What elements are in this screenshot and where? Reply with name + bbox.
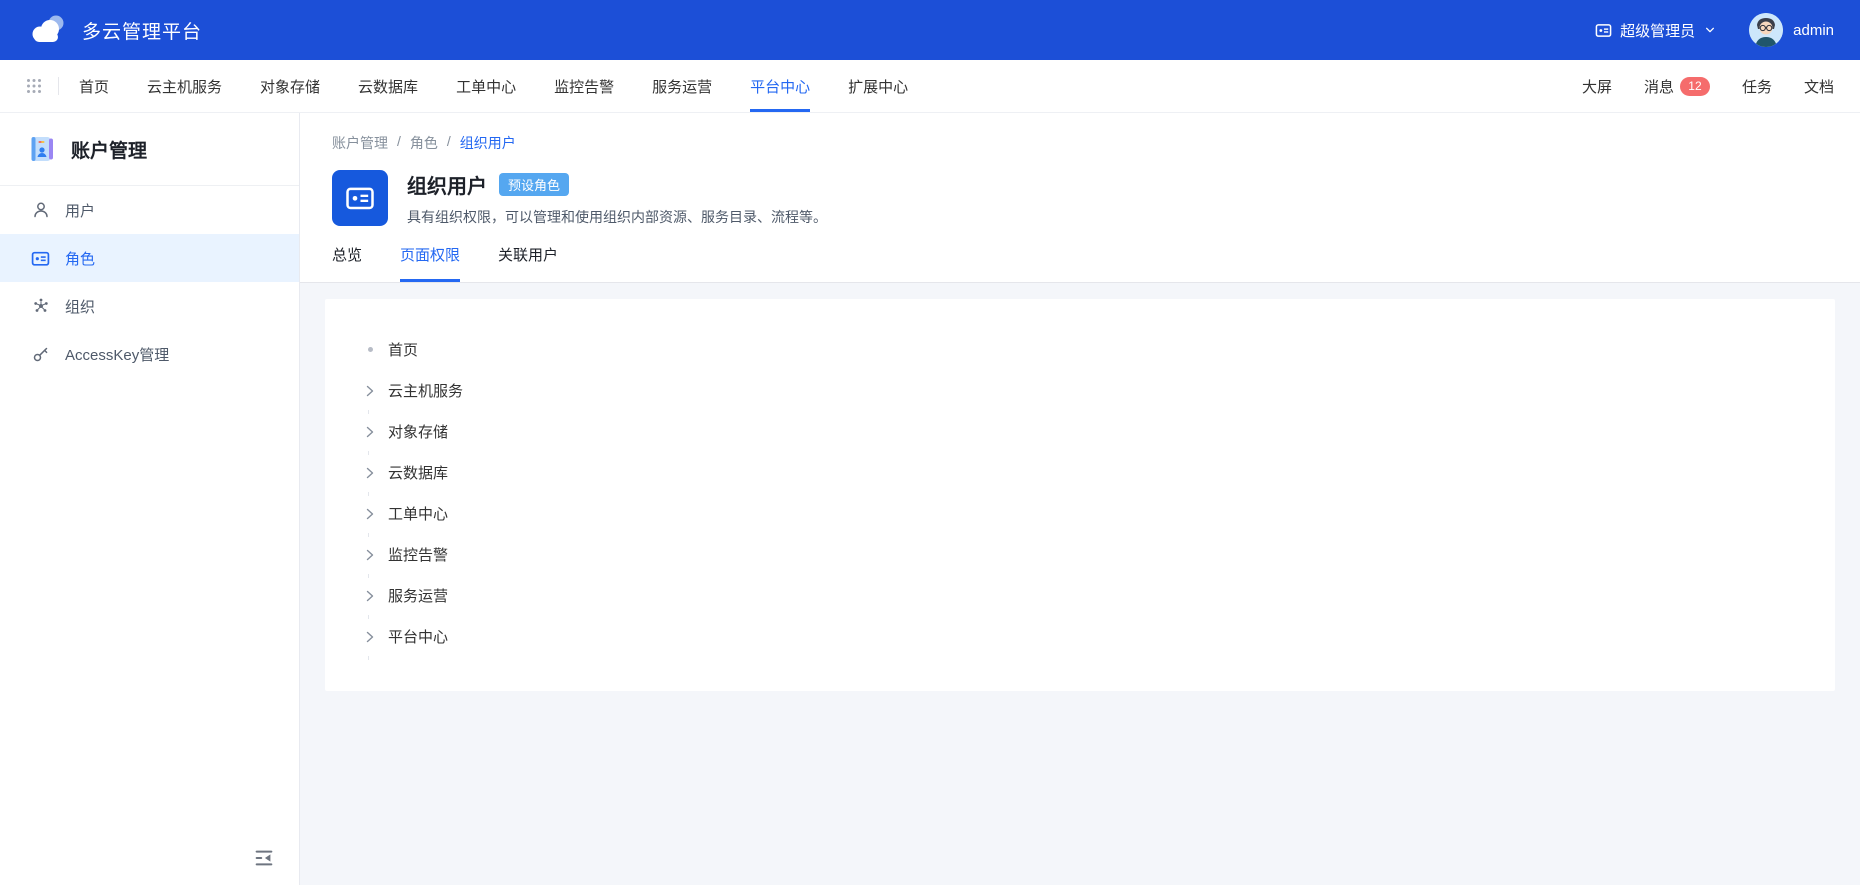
tree-node-cloud-database[interactable]: 云数据库 [363, 452, 1805, 493]
nav-item-cloud-host[interactable]: 云主机服务 [147, 60, 222, 112]
preset-role-badge: 预设角色 [499, 173, 569, 196]
role-description: 具有组织权限，可以管理和使用组织内部资源、服务目录、流程等。 [407, 207, 827, 227]
chevron-right-icon[interactable] [363, 630, 377, 644]
nav-item-extension-center[interactable]: 扩展中心 [848, 60, 908, 112]
id-badge-icon [1595, 22, 1612, 39]
role-switch-dropdown[interactable]: 超级管理员 [1595, 20, 1715, 41]
sidebar-item-users[interactable]: 用户 [0, 186, 299, 234]
tree-node-home[interactable]: 首页 [363, 329, 1805, 370]
tab-linked-users[interactable]: 关联用户 [498, 244, 558, 282]
message-count-badge: 12 [1680, 77, 1710, 96]
nav-link-messages[interactable]: 消息 12 [1644, 76, 1710, 97]
role-switch-label: 超级管理员 [1620, 20, 1695, 41]
chevron-right-icon[interactable] [363, 548, 377, 562]
role-tabs: 总览 页面权限 关联用户 [332, 244, 1828, 282]
account-book-icon [28, 134, 58, 164]
nav-item-object-storage[interactable]: 对象存储 [260, 60, 320, 112]
nav-link-tasks[interactable]: 任务 [1742, 76, 1772, 97]
tab-overview[interactable]: 总览 [332, 244, 362, 282]
nav-item-monitor-alert[interactable]: 监控告警 [554, 60, 614, 112]
tree-node-service-ops[interactable]: 服务运营 [363, 575, 1805, 616]
role-title: 组织用户 [407, 170, 487, 199]
sidebar-item-label: 用户 [65, 200, 95, 221]
sidebar-item-label: 角色 [65, 248, 95, 269]
content-body: 首页 云主机服务 对象存储 [300, 283, 1860, 885]
tree-node-cloud-host[interactable]: 云主机服务 [363, 370, 1805, 411]
permission-tree-card: 首页 云主机服务 对象存储 [325, 299, 1835, 691]
tree-node-ticket-center[interactable]: 工单中心 [363, 493, 1805, 534]
chevron-right-icon[interactable] [363, 384, 377, 398]
key-icon [31, 345, 50, 364]
leaf-dot-icon [363, 343, 377, 357]
nav-link-docs[interactable]: 文档 [1804, 76, 1834, 97]
tree-node-monitor-alert[interactable]: 监控告警 [363, 534, 1805, 575]
nav-item-ticket-center[interactable]: 工单中心 [456, 60, 516, 112]
nav-item-service-ops[interactable]: 服务运营 [652, 60, 712, 112]
org-network-icon [31, 297, 50, 316]
role-id-card-icon [332, 170, 388, 226]
breadcrumb-current: 组织用户 [460, 133, 516, 153]
tree-node-platform-center[interactable]: 平台中心 [363, 616, 1805, 657]
nav-item-home[interactable]: 首页 [79, 60, 109, 112]
chevron-right-icon[interactable] [363, 589, 377, 603]
chevron-right-icon[interactable] [363, 425, 377, 439]
content-area: 账户管理 / 角色 / 组织用户 组织用户 [300, 113, 1860, 885]
user-menu[interactable]: admin [1749, 13, 1834, 47]
nav-divider [58, 77, 59, 95]
cloud-logo-icon [26, 9, 68, 51]
chevron-right-icon[interactable] [363, 466, 377, 480]
breadcrumb-roles[interactable]: 角色 [410, 133, 438, 153]
sidebar-item-organization[interactable]: 组织 [0, 282, 299, 330]
role-header: 组织用户 预设角色 具有组织权限，可以管理和使用组织内部资源、服务目录、流程等。 [332, 170, 1828, 227]
chevron-down-icon [1705, 25, 1715, 35]
sidebar-item-roles[interactable]: 角色 [0, 234, 299, 282]
tree-node-object-storage[interactable]: 对象存储 [363, 411, 1805, 452]
app-title: 多云管理平台 [82, 17, 202, 44]
sidebar-item-accesskey[interactable]: AccessKey管理 [0, 330, 299, 378]
username: admin [1793, 22, 1834, 39]
sidebar-item-label: AccessKey管理 [65, 344, 169, 365]
topbar: 多云管理平台 超级管理员 [0, 0, 1860, 60]
breadcrumb: 账户管理 / 角色 / 组织用户 [332, 133, 1828, 153]
breadcrumb-separator: / [447, 133, 451, 153]
breadcrumb-separator: / [397, 133, 401, 153]
apps-grid-icon[interactable] [26, 78, 42, 94]
sidebar-title: 账户管理 [71, 136, 147, 163]
user-icon [31, 201, 50, 220]
sidebar: 账户管理 用户 角色 [0, 113, 300, 885]
nav-item-platform-center[interactable]: 平台中心 [750, 60, 810, 112]
chevron-right-icon[interactable] [363, 507, 377, 521]
main-navbar: 首页 云主机服务 对象存储 云数据库 工单中心 监控告警 服务运营 平台中心 扩… [0, 60, 1860, 113]
avatar [1749, 13, 1783, 47]
id-card-icon [31, 249, 50, 268]
collapse-sidebar-icon[interactable] [253, 847, 275, 869]
sidebar-item-label: 组织 [65, 296, 95, 317]
content-header: 账户管理 / 角色 / 组织用户 组织用户 [300, 113, 1860, 283]
sidebar-header: 账户管理 [0, 113, 299, 186]
tab-page-permissions[interactable]: 页面权限 [400, 244, 460, 282]
breadcrumb-account-mgmt[interactable]: 账户管理 [332, 133, 388, 153]
nav-item-cloud-database[interactable]: 云数据库 [358, 60, 418, 112]
nav-link-dashboard[interactable]: 大屏 [1582, 76, 1612, 97]
